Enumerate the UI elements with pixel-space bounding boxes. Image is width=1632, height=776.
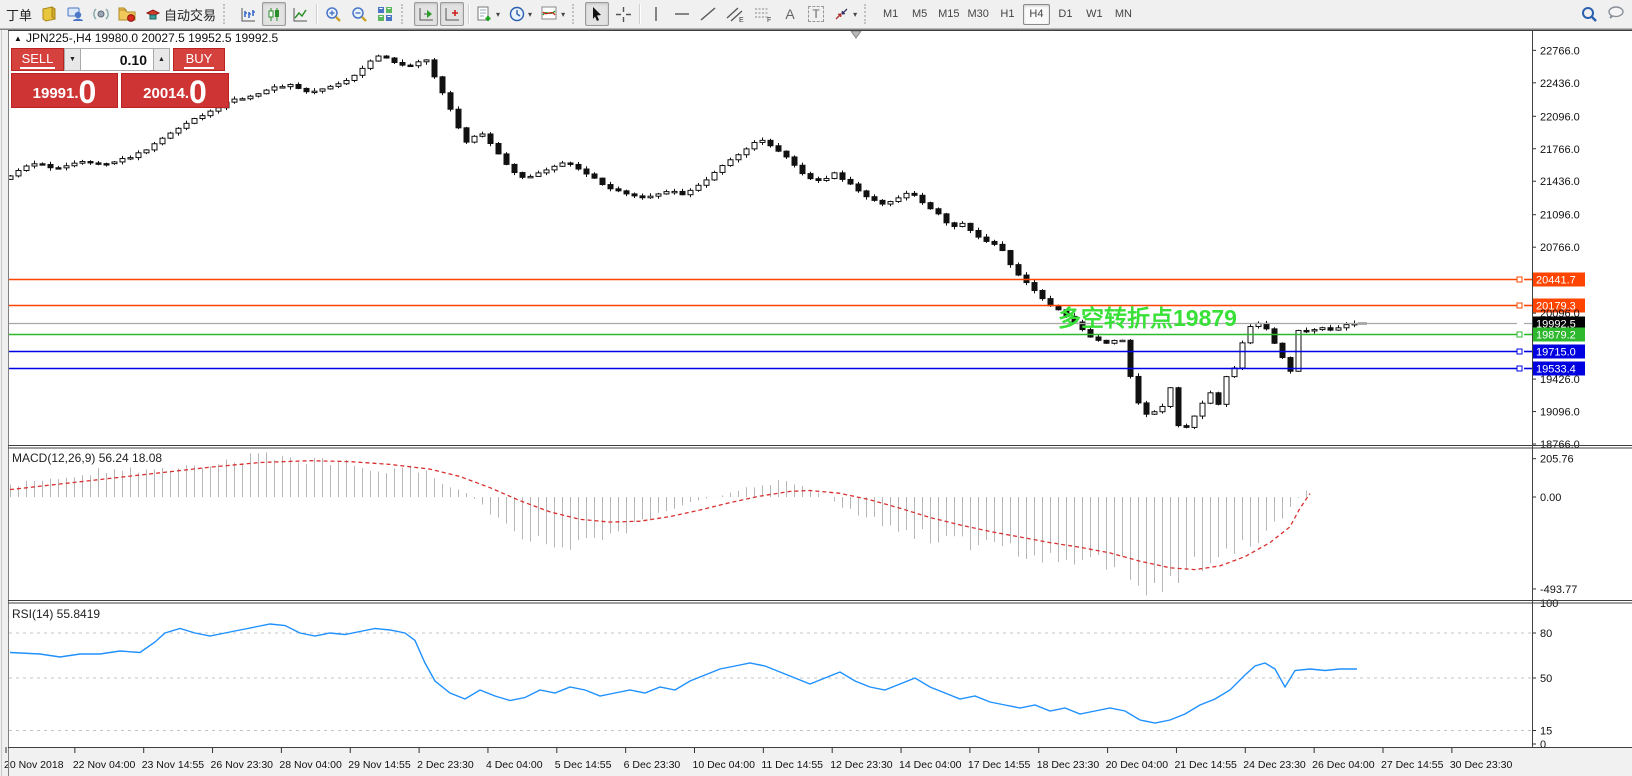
sell-button-label: SELL: [19, 51, 56, 69]
volume-decrease-button[interactable]: ▼: [64, 48, 81, 71]
svg-text:21 Dec 14:55: 21 Dec 14:55: [1174, 759, 1237, 771]
svg-text:18 Dec 23:30: 18 Dec 23:30: [1037, 759, 1100, 771]
volume-increase-button[interactable]: ▲: [153, 48, 170, 71]
svg-text:100: 100: [1540, 598, 1558, 610]
svg-text:2 Dec 23:30: 2 Dec 23:30: [417, 759, 474, 771]
sell-price-display[interactable]: 19991. 0: [11, 73, 118, 108]
sell-price-pips: 0: [78, 74, 97, 110]
svg-text:27 Dec 14:55: 27 Dec 14:55: [1381, 759, 1444, 771]
svg-text:24 Dec 23:30: 24 Dec 23:30: [1243, 759, 1306, 771]
svg-text:26 Dec 04:00: 26 Dec 04:00: [1312, 759, 1375, 771]
buy-price-pips: 0: [189, 74, 207, 110]
svg-text:20 Dec 04:00: 20 Dec 04:00: [1106, 759, 1169, 771]
svg-text:22 Nov 04:00: 22 Nov 04:00: [73, 759, 136, 771]
chart-info-line: JPN225-,H4 19980.0 20027.5 19952.5 19992…: [26, 31, 279, 45]
macd-label: MACD(12,26,9) 56.24 18.08: [12, 451, 162, 465]
svg-text:22096.0: 22096.0: [1540, 111, 1580, 123]
buy-button-label: BUY: [183, 51, 215, 69]
svg-text:14 Dec 04:00: 14 Dec 04:00: [899, 759, 962, 771]
hline-handle: [1516, 276, 1523, 283]
svg-text:10 Dec 04:00: 10 Dec 04:00: [693, 759, 756, 771]
svg-text:0.00: 0.00: [1540, 492, 1561, 504]
rsi-label: RSI(14) 55.8419: [12, 607, 100, 621]
buy-button[interactable]: BUY: [173, 48, 225, 71]
spin-up-icon: ▲: [158, 56, 165, 63]
svg-text:29 Nov 14:55: 29 Nov 14:55: [348, 759, 411, 771]
turning-point-annotation: 多空转折点19879: [1058, 305, 1237, 331]
svg-text:11 Dec 14:55: 11 Dec 14:55: [761, 759, 823, 771]
chart-canvas[interactable]: 20441.720179.319992.519879.219715.019533…: [0, 0, 1632, 776]
svg-text:5 Dec 14:55: 5 Dec 14:55: [555, 759, 612, 771]
svg-text:20096.0: 20096.0: [1540, 308, 1580, 320]
svg-text:22436.0: 22436.0: [1540, 78, 1580, 90]
svg-text:21766.0: 21766.0: [1540, 144, 1580, 156]
window-collapse-marker: ▲: [14, 34, 22, 43]
svg-text:30 Dec 23:30: 30 Dec 23:30: [1450, 759, 1513, 771]
svg-text:19715.0: 19715.0: [1536, 347, 1576, 359]
hline-handle: [1516, 331, 1523, 338]
svg-text:28 Nov 04:00: 28 Nov 04:00: [279, 759, 342, 771]
svg-text:17 Dec 14:55: 17 Dec 14:55: [968, 759, 1031, 771]
hline-handle: [1516, 365, 1523, 372]
svg-text:205.76: 205.76: [1540, 454, 1574, 466]
buy-price-display[interactable]: 20014. 0: [121, 73, 229, 108]
svg-text:-493.77: -493.77: [1540, 584, 1577, 596]
sell-button[interactable]: SELL: [11, 48, 64, 71]
svg-text:0: 0: [1540, 739, 1546, 751]
svg-text:19096.0: 19096.0: [1540, 407, 1580, 419]
svg-text:23 Nov 14:55: 23 Nov 14:55: [142, 759, 205, 771]
svg-text:4 Dec 04:00: 4 Dec 04:00: [486, 759, 543, 771]
hline-handle: [1516, 348, 1523, 355]
sell-price-main: 19991.: [32, 85, 79, 102]
svg-text:15: 15: [1540, 726, 1552, 738]
svg-text:20 Nov 2018: 20 Nov 2018: [4, 759, 64, 771]
svg-text:80: 80: [1540, 628, 1552, 640]
hline-handle: [1516, 302, 1523, 309]
svg-text:12 Dec 23:30: 12 Dec 23:30: [830, 759, 893, 771]
svg-text:20766.0: 20766.0: [1540, 242, 1580, 254]
svg-text:22766.0: 22766.0: [1540, 45, 1580, 57]
svg-text:21096.0: 21096.0: [1540, 210, 1580, 222]
svg-text:50: 50: [1540, 673, 1552, 685]
svg-text:20441.7: 20441.7: [1536, 275, 1576, 287]
svg-text:21436.0: 21436.0: [1540, 176, 1580, 188]
buy-price-main: 20014.: [143, 85, 190, 102]
svg-text:19426.0: 19426.0: [1540, 374, 1580, 386]
spin-down-icon: ▼: [69, 56, 76, 63]
one-click-trading-panel: SELL ▼ ▲ BUY 19991. 0 20014. 0: [11, 48, 229, 108]
svg-text:26 Nov 23:30: 26 Nov 23:30: [211, 759, 274, 771]
svg-text:19879.2: 19879.2: [1536, 330, 1576, 342]
svg-text:6 Dec 23:30: 6 Dec 23:30: [624, 759, 681, 771]
volume-input[interactable]: [81, 48, 153, 71]
